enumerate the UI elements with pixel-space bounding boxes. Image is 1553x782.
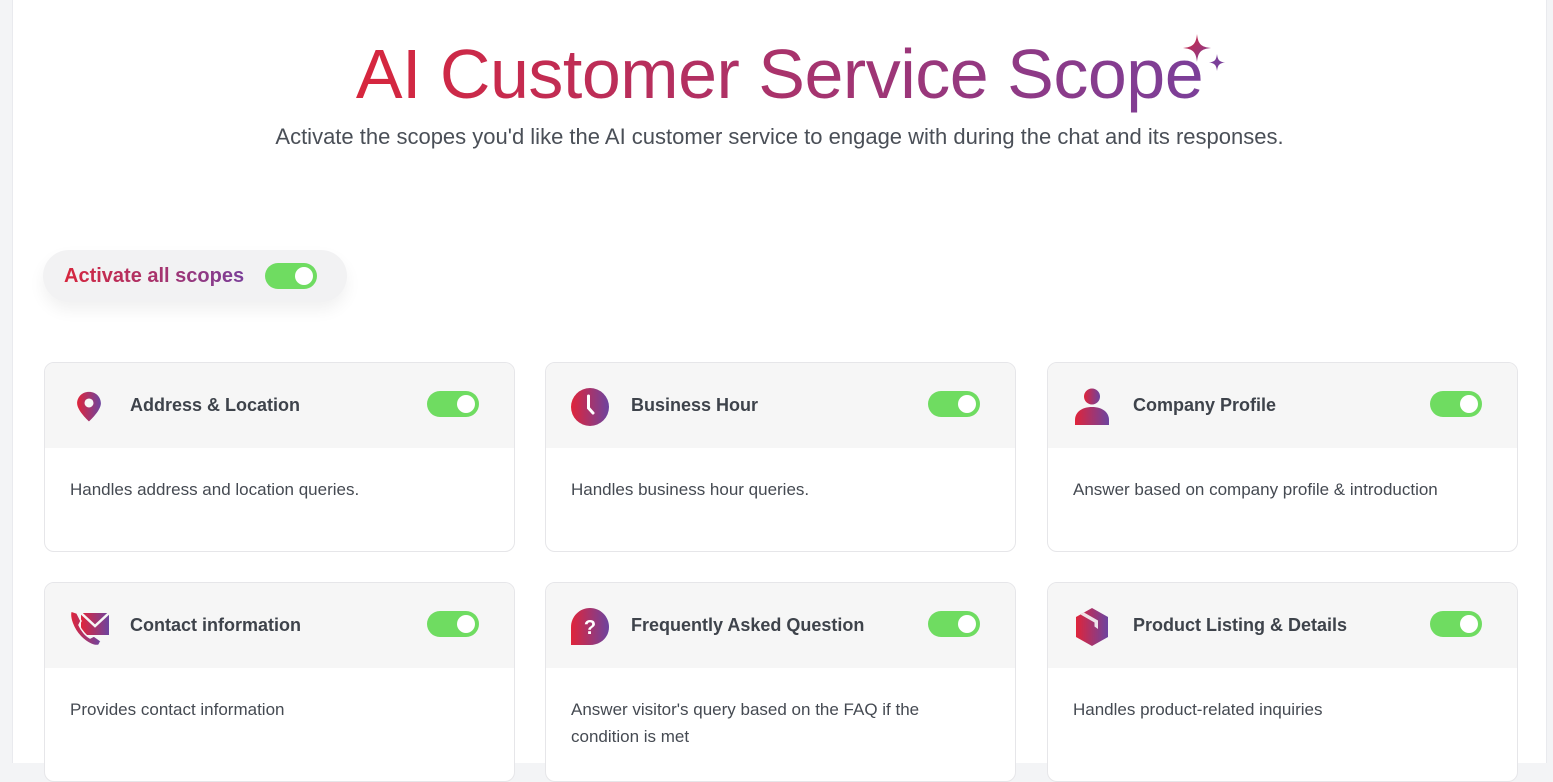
toggle-knob (457, 395, 475, 413)
activate-all-toggle[interactable] (265, 263, 318, 289)
scope-toggle-company-profile[interactable] (1430, 391, 1482, 417)
toggle-knob (958, 395, 976, 413)
scope-description: Handles product-related inquiries (1073, 700, 1323, 719)
scope-description: Provides contact information (70, 700, 285, 719)
activate-all-scopes: Activate all scopes (43, 250, 347, 302)
svg-text:?: ? (584, 617, 596, 639)
clock-icon (571, 388, 609, 426)
scope-toggle-faq[interactable] (928, 611, 980, 637)
scope-title: Contact information (130, 615, 301, 635)
scope-description: Handles address and location queries. (70, 480, 360, 499)
location-pin-icon (77, 391, 101, 422)
scope-card-contact-information: Contact information Provides contact inf… (44, 582, 515, 782)
scope-card-business-hour: Business Hour Handles business hour quer… (545, 362, 1016, 552)
scope-card-header: Contact information (45, 583, 514, 668)
activate-all-label: Activate all scopes (64, 264, 245, 287)
scope-card-faq: ? Frequently Asked Question Answer visit… (545, 582, 1016, 782)
scope-title: Frequently Asked Question (631, 615, 865, 635)
scope-card-address-location: Address & Location Handles address and l… (44, 362, 515, 552)
scope-toggle-contact-information[interactable] (427, 611, 479, 637)
scope-description: Answer based on company profile & introd… (1073, 480, 1438, 499)
scope-description: Answer visitor's query based on the FAQ … (571, 700, 920, 746)
scope-card-header: Address & Location (45, 363, 514, 448)
toggle-knob (1460, 615, 1478, 633)
scope-title: Company Profile (1133, 395, 1277, 415)
page-subtitle: Activate the scopes you'd like the AI cu… (275, 124, 1284, 149)
scope-title: Address & Location (130, 395, 301, 415)
question-bubble-icon: ? (571, 608, 609, 645)
scope-toggle-business-hour[interactable] (928, 391, 980, 417)
scope-card-header: ? Frequently Asked Question (546, 583, 1015, 668)
product-box-icon (1076, 608, 1108, 646)
scope-card-company-profile: Company Profile Answer based on company … (1047, 362, 1518, 552)
user-profile-icon (1075, 388, 1109, 425)
main-panel: AI Customer Service Scope Activate the s… (12, 0, 1547, 782)
scope-toggle-address-location[interactable] (427, 391, 479, 417)
sparkles-icon (1183, 34, 1225, 71)
scope-card-header: Product Listing & Details (1048, 583, 1517, 668)
scope-description: Handles business hour queries. (571, 480, 810, 499)
phone-envelope-icon (69, 610, 109, 647)
scope-toggle-product-listing[interactable] (1430, 611, 1482, 637)
page-header: AI Customer Service Scope (13, 30, 1546, 118)
scope-card-header: Company Profile (1048, 363, 1517, 448)
toggle-knob (457, 615, 475, 633)
scope-card-header: Business Hour (546, 363, 1015, 448)
toggle-knob (958, 615, 976, 633)
scope-title: Product Listing & Details (1133, 615, 1348, 635)
toggle-knob (1460, 395, 1478, 413)
scope-card-product-listing: Product Listing & Details Handles produc… (1047, 582, 1518, 782)
toggle-knob (295, 267, 314, 285)
page-title: AI Customer Service Scope (356, 30, 1204, 118)
scope-title: Business Hour (631, 395, 759, 415)
